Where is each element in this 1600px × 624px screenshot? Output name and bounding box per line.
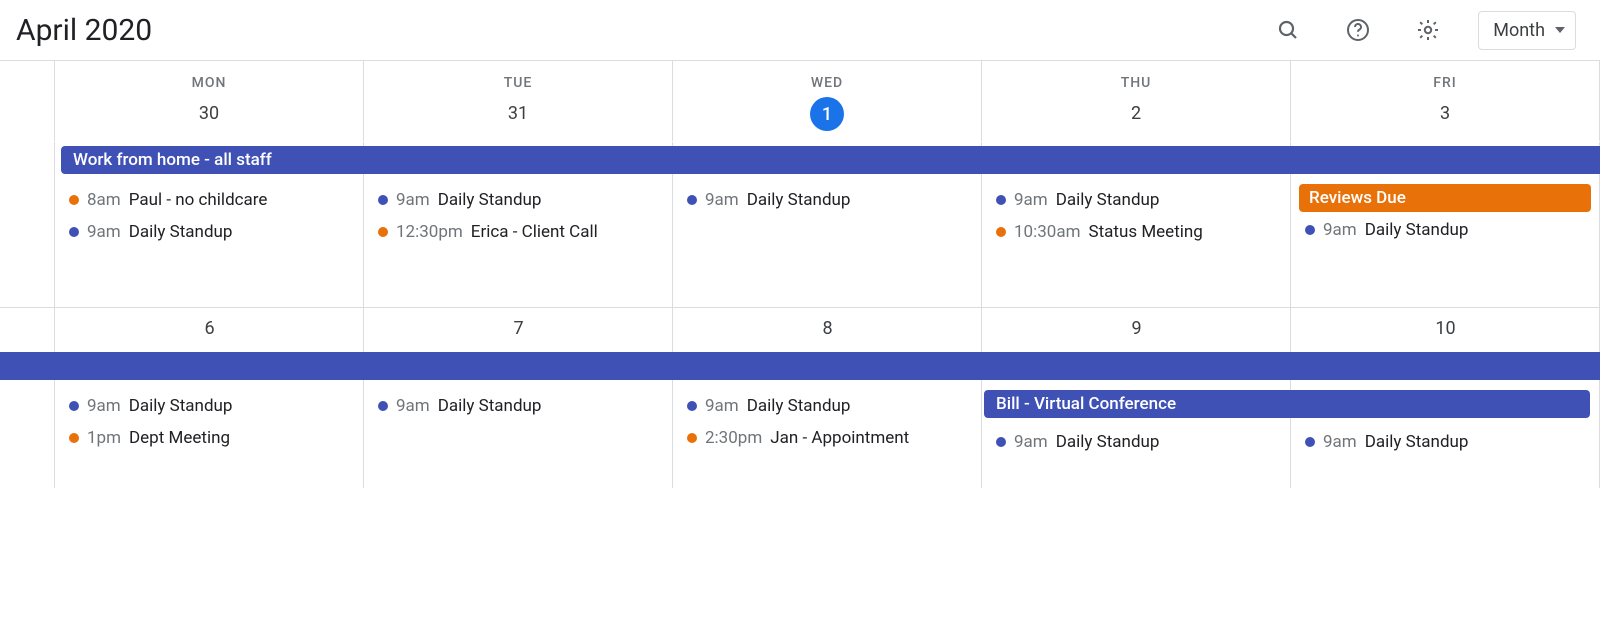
allday-event-bar[interactable] bbox=[0, 352, 1600, 380]
calendar-grid: MON TUE WED THU FRI 30 31 1 2 3 8am Paul … bbox=[0, 61, 1600, 488]
event-dot-icon bbox=[378, 401, 388, 411]
event-title: Paul - no childcare bbox=[129, 190, 268, 210]
event-time: 9am bbox=[1014, 432, 1048, 452]
gutter bbox=[0, 308, 55, 488]
dow-thu: THU bbox=[982, 61, 1291, 97]
allday-event-bar[interactable]: Work from home - all staff bbox=[61, 146, 1600, 174]
day-number[interactable]: 9 bbox=[982, 318, 1291, 339]
event-time: 2:30pm bbox=[705, 428, 762, 448]
event-dot-icon bbox=[69, 227, 79, 237]
event-time: 9am bbox=[705, 396, 739, 416]
timed-event[interactable]: 9am Daily Standup bbox=[364, 390, 672, 422]
gutter bbox=[0, 61, 55, 97]
day-number[interactable]: 30 bbox=[55, 97, 364, 141]
event-dot-icon bbox=[996, 227, 1006, 237]
timed-event[interactable]: 9am Daily Standup bbox=[1291, 214, 1599, 246]
day-number-today[interactable]: 1 bbox=[673, 97, 982, 141]
view-range-label: Month bbox=[1493, 20, 1545, 41]
search-icon[interactable] bbox=[1268, 10, 1308, 50]
event-time: 9am bbox=[705, 190, 739, 210]
dow-tue: TUE bbox=[364, 61, 673, 97]
allday-event-bar[interactable]: Bill - Virtual Conference bbox=[984, 390, 1590, 418]
timed-event[interactable]: 12:30pm Erica - Client Call bbox=[364, 216, 672, 248]
dow-mon: MON bbox=[55, 61, 364, 97]
gutter bbox=[0, 97, 55, 141]
timed-event[interactable]: 10:30am Status Meeting bbox=[982, 216, 1290, 248]
timed-event[interactable]: 9am Daily Standup bbox=[55, 216, 363, 248]
event-dot-icon bbox=[69, 433, 79, 443]
settings-gear-icon[interactable] bbox=[1408, 10, 1448, 50]
dow-wed: WED bbox=[673, 61, 982, 97]
event-title: Reviews Due bbox=[1309, 188, 1406, 208]
day-number[interactable]: 6 bbox=[55, 318, 364, 339]
event-title: Jan - Appointment bbox=[770, 428, 909, 448]
event-time: 9am bbox=[396, 190, 430, 210]
timed-event[interactable]: 9am Daily Standup bbox=[1291, 426, 1599, 458]
app-header: April 2020 Month bbox=[0, 0, 1600, 61]
day-number[interactable]: 3 bbox=[1291, 97, 1600, 141]
week-row: 9am Daily Standup 1pm Dept Meeting 9am Daily… bbox=[0, 307, 1600, 488]
event-title: Daily Standup bbox=[1056, 190, 1160, 210]
event-title: Daily Standup bbox=[438, 190, 542, 210]
event-dot-icon bbox=[996, 437, 1006, 447]
allday-event-chip[interactable]: Reviews Due bbox=[1299, 184, 1591, 212]
dow-fri: FRI bbox=[1291, 61, 1600, 97]
timed-event[interactable]: 8am Paul - no childcare bbox=[55, 184, 363, 216]
event-time: 9am bbox=[87, 222, 121, 242]
event-dot-icon bbox=[378, 195, 388, 205]
timed-event[interactable]: 9am Daily Standup bbox=[673, 184, 981, 216]
timed-event[interactable]: 2:30pm Jan - Appointment bbox=[673, 422, 981, 454]
event-time: 9am bbox=[1323, 432, 1357, 452]
timed-event[interactable]: 9am Daily Standup bbox=[364, 184, 672, 216]
day-number[interactable]: 7 bbox=[364, 318, 673, 339]
event-time: 12:30pm bbox=[396, 222, 463, 242]
event-time: 9am bbox=[1014, 190, 1048, 210]
event-time: 9am bbox=[396, 396, 430, 416]
event-dot-icon bbox=[69, 195, 79, 205]
event-dot-icon bbox=[1305, 225, 1315, 235]
timed-event[interactable]: 9am Daily Standup bbox=[982, 426, 1290, 458]
help-icon[interactable] bbox=[1338, 10, 1378, 50]
event-title: Daily Standup bbox=[1365, 432, 1469, 452]
event-dot-icon bbox=[996, 195, 1006, 205]
event-title: Dept Meeting bbox=[129, 428, 230, 448]
event-title: Erica - Client Call bbox=[471, 222, 598, 242]
event-dot-icon bbox=[378, 227, 388, 237]
day-number[interactable]: 31 bbox=[364, 97, 673, 141]
timed-event[interactable]: 9am Daily Standup bbox=[673, 390, 981, 422]
event-title: Daily Standup bbox=[1365, 220, 1469, 240]
event-title: Daily Standup bbox=[129, 396, 233, 416]
view-range-select[interactable]: Month bbox=[1478, 11, 1576, 50]
event-title: Daily Standup bbox=[1056, 432, 1160, 452]
event-time: 1pm bbox=[87, 428, 121, 448]
chevron-down-icon bbox=[1555, 27, 1565, 33]
timed-event[interactable]: 9am Daily Standup bbox=[55, 390, 363, 422]
timed-event[interactable]: 9am Daily Standup bbox=[982, 184, 1290, 216]
day-number[interactable]: 8 bbox=[673, 318, 982, 339]
event-title: Status Meeting bbox=[1089, 222, 1203, 242]
event-dot-icon bbox=[687, 433, 697, 443]
event-time: 10:30am bbox=[1014, 222, 1081, 242]
event-time: 9am bbox=[87, 396, 121, 416]
event-time: 9am bbox=[1323, 220, 1357, 240]
event-dot-icon bbox=[687, 401, 697, 411]
event-title: Daily Standup bbox=[747, 190, 851, 210]
week-row: 8am Paul - no childcare 9am Daily Standup 9… bbox=[0, 141, 1600, 307]
page-title: April 2020 bbox=[16, 13, 152, 48]
timed-event[interactable]: 1pm Dept Meeting bbox=[55, 422, 363, 454]
event-dot-icon bbox=[1305, 437, 1315, 447]
event-title: Daily Standup bbox=[747, 396, 851, 416]
header-actions: Month bbox=[1268, 10, 1576, 50]
day-number[interactable]: 2 bbox=[982, 97, 1291, 141]
event-title: Daily Standup bbox=[438, 396, 542, 416]
event-dot-icon bbox=[687, 195, 697, 205]
event-time: 8am bbox=[87, 190, 121, 210]
day-number[interactable]: 10 bbox=[1291, 318, 1600, 339]
event-dot-icon bbox=[69, 401, 79, 411]
gutter bbox=[0, 142, 55, 307]
event-title: Daily Standup bbox=[129, 222, 233, 242]
